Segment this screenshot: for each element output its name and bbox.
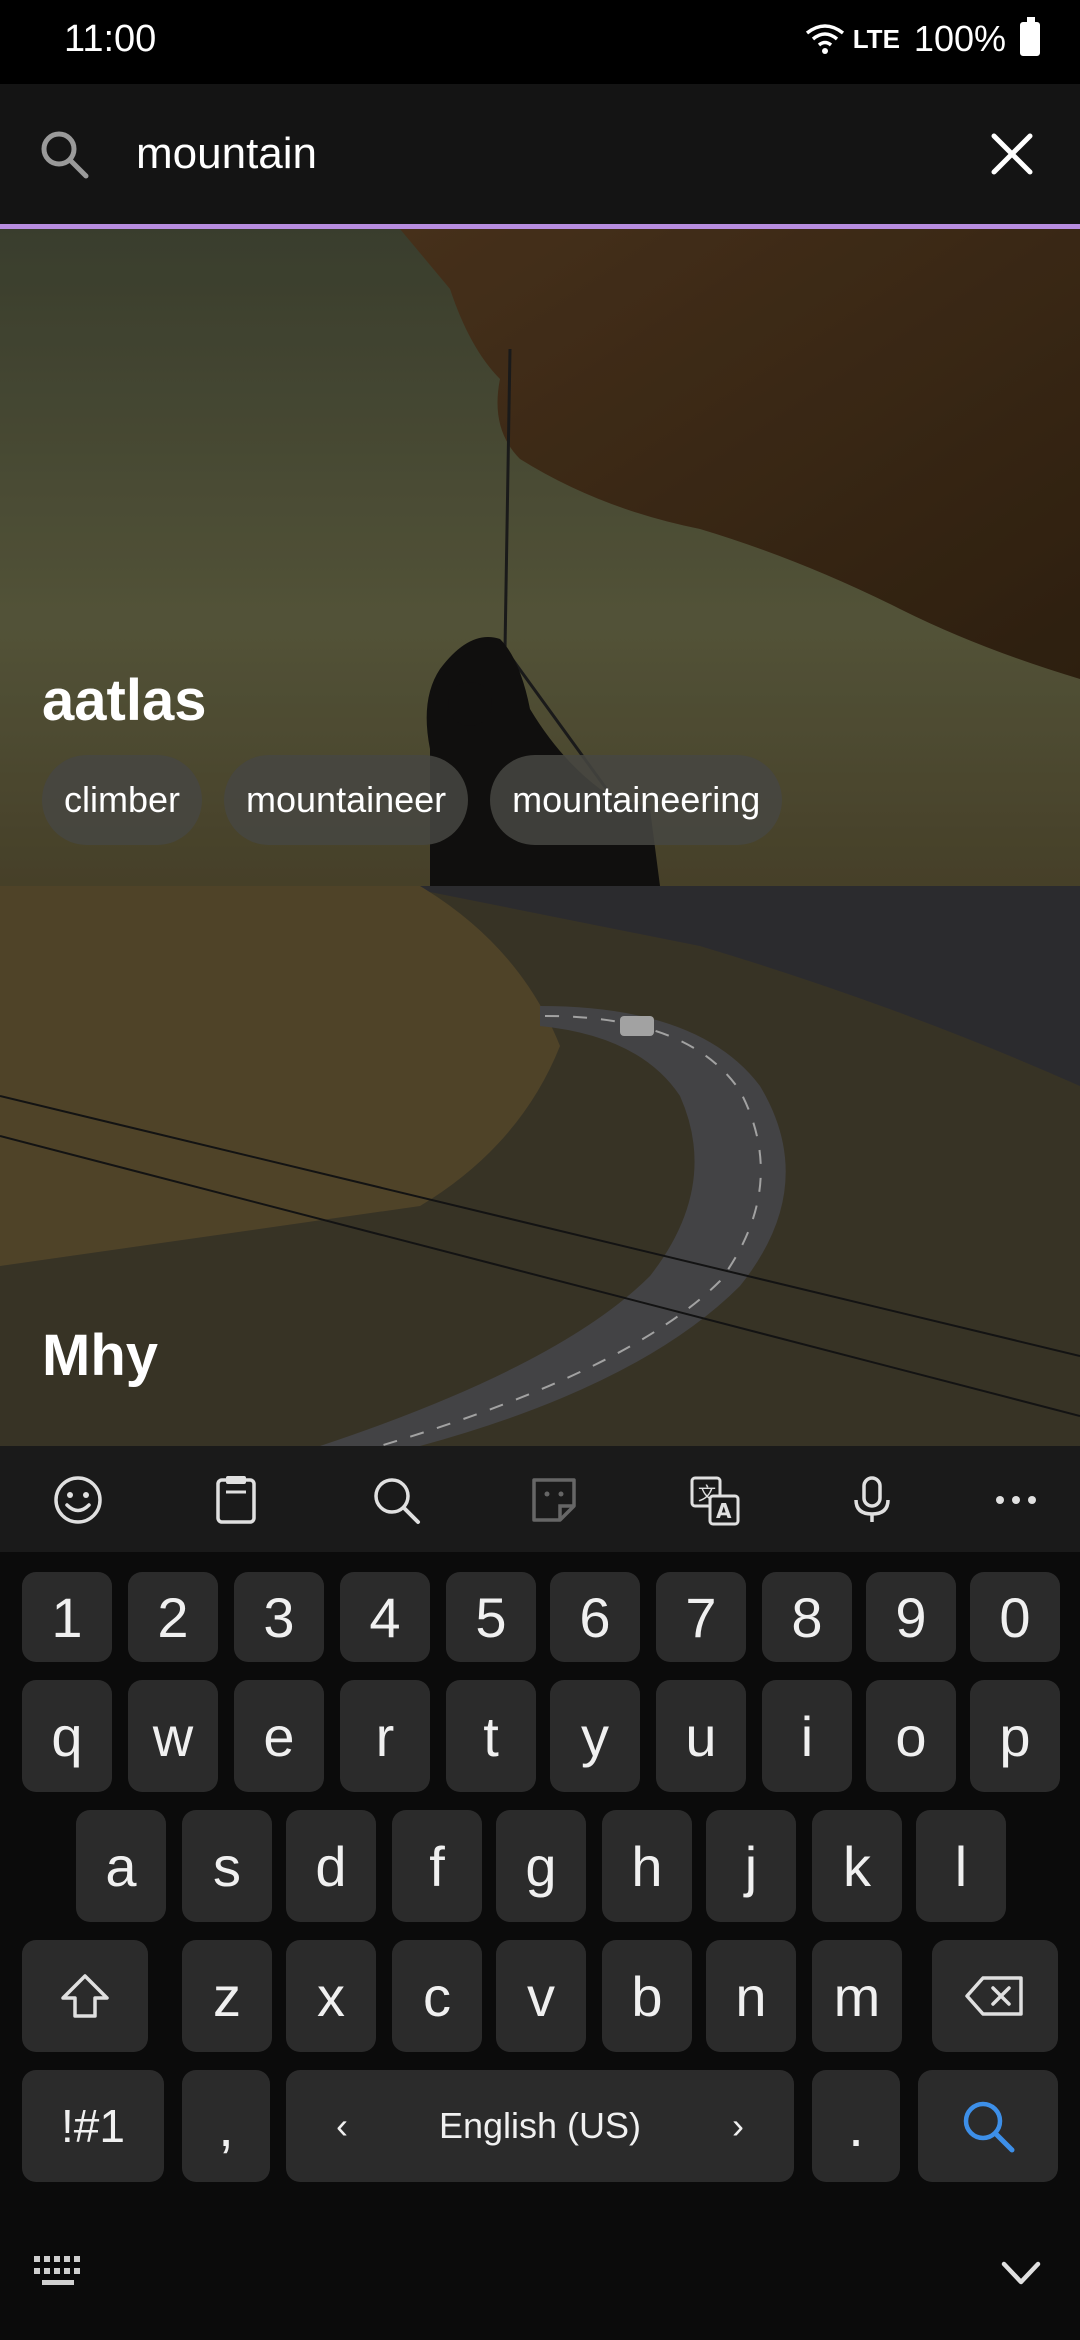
shift-key[interactable] [22,1940,148,2052]
key-n[interactable]: n [706,1940,796,2052]
key-x[interactable]: x [286,1940,376,2052]
key-y[interactable]: y [550,1680,640,1792]
tag-chip[interactable]: mountaineering [490,755,783,845]
key-m[interactable]: m [812,1940,902,2052]
tag-chip[interactable]: mountaineer [224,755,469,845]
key-0[interactable]: 0 [970,1572,1060,1662]
key-k[interactable]: k [812,1810,902,1922]
search-icon [41,131,89,179]
key-p[interactable]: p [970,1680,1060,1792]
search-input[interactable] [136,122,936,186]
battery-percent: 100% [913,18,1006,59]
key-4[interactable]: 4 [340,1572,430,1662]
key-o[interactable]: o [866,1680,956,1792]
key-6[interactable]: 6 [550,1572,640,1662]
key-v[interactable]: v [496,1940,586,2052]
key-5[interactable]: 5 [446,1572,536,1662]
tag-chip[interactable]: climber [42,755,203,845]
sticker-icon[interactable] [526,1472,582,1528]
key-7[interactable]: 7 [656,1572,746,1662]
key-9[interactable]: 9 [866,1572,956,1662]
wifi-icon [805,24,844,54]
comma-key[interactable]: , [182,2070,270,2182]
result-card[interactable]: aatlas climber mountaineer mountaineerin… [0,229,1080,886]
key-f[interactable]: f [392,1810,482,1922]
keyboard: 文 A 1 2 3 4 5 6 7 8 9 0 q w e r t y u i [0,1446,1080,2340]
keyboard-bottom-bar [0,2210,1080,2340]
key-d[interactable]: d [286,1810,376,1922]
key-8[interactable]: 8 [762,1572,852,1662]
key-l[interactable]: l [916,1810,1006,1922]
backspace-icon [965,1976,1023,2016]
status-icons: LTE 100% [805,17,1040,60]
clipboard-icon[interactable] [208,1472,264,1528]
result-title: Mhy [42,1323,158,1388]
key-r[interactable]: r [340,1680,430,1792]
result-title: aatlas [42,668,207,733]
search-icon [963,2101,1015,2153]
key-1[interactable]: 1 [22,1572,112,1662]
key-2[interactable]: 2 [128,1572,218,1662]
key-t[interactable]: t [446,1680,536,1792]
more-icon[interactable] [988,1472,1044,1528]
backspace-key[interactable] [932,1940,1058,2052]
key-3[interactable]: 3 [234,1572,324,1662]
key-g[interactable]: g [496,1810,586,1922]
keyboard-toolbar: 文 A [0,1446,1080,1552]
svg-text:A: A [716,1499,732,1523]
battery-icon [1020,17,1040,56]
status-time: 11:00 [64,18,157,60]
search-bar [0,84,1080,224]
chevron-down-icon[interactable] [996,2248,1046,2298]
symbols-key[interactable]: !#1 [22,2070,164,2182]
results-list: aatlas climber mountaineer mountaineerin… [0,229,1080,1446]
key-i[interactable]: i [762,1680,852,1792]
key-w[interactable]: w [128,1680,218,1792]
key-q[interactable]: q [22,1680,112,1792]
language-next-arrow: › [732,2105,744,2146]
key-h[interactable]: h [602,1810,692,1922]
key-a[interactable]: a [76,1810,166,1922]
result-card[interactable]: Mhy [0,886,1080,1446]
period-key[interactable]: . [812,2070,900,2182]
shift-icon [61,1974,109,2018]
mountain-road-photo [0,886,1080,1446]
close-icon[interactable] [980,122,1044,186]
search-icon[interactable] [368,1472,424,1528]
key-e[interactable]: e [234,1680,324,1792]
tag-list: climber mountaineer mountaineering [42,755,783,845]
search-key[interactable] [918,2070,1058,2182]
network-type: LTE [852,23,900,54]
space-label: English (US) [438,2105,642,2146]
key-j[interactable]: j [706,1810,796,1922]
language-prev-arrow: ‹ [336,2105,348,2146]
microphone-icon[interactable] [844,1472,900,1528]
space-key[interactable]: ‹ English (US) › [286,2070,794,2182]
key-c[interactable]: c [392,1940,482,2052]
translate-icon[interactable]: 文 A [686,1472,742,1528]
key-u[interactable]: u [656,1680,746,1792]
key-b[interactable]: b [602,1940,692,2052]
emoji-icon[interactable] [50,1472,106,1528]
keyboard-switch-icon[interactable] [32,2252,88,2292]
status-bar: 11:00 LTE 100% [0,0,1080,84]
key-z[interactable]: z [182,1940,272,2052]
key-s[interactable]: s [182,1810,272,1922]
